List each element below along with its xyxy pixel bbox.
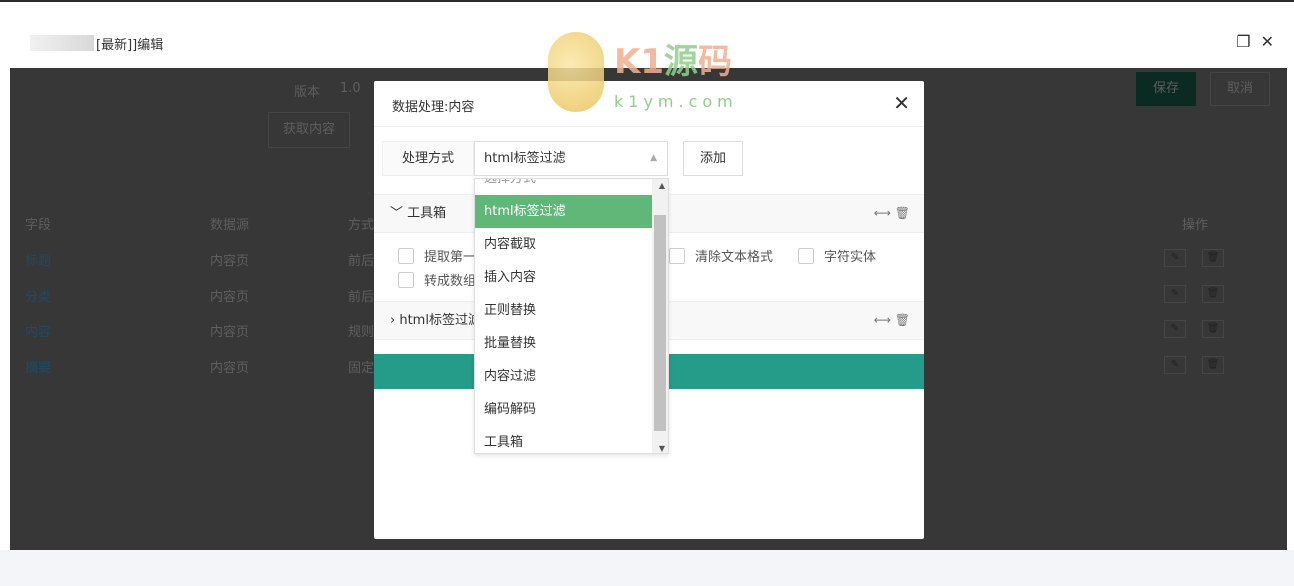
dropdown-option[interactable]: 正则替换	[475, 294, 654, 327]
window-title: [最新]]编辑	[96, 38, 164, 53]
checkbox-extract-first[interactable]: 提取第一	[398, 246, 476, 265]
checkbox-char-entity[interactable]: 字符实体	[798, 246, 876, 265]
section-title: 工具箱	[407, 206, 447, 221]
edit-icon[interactable]: ✎	[1164, 356, 1186, 374]
edit-icon[interactable]: ✎	[1164, 249, 1186, 267]
checkbox-label: 转成数组	[424, 274, 477, 289]
trash-icon[interactable]: 🗑	[1202, 249, 1224, 267]
checkbox-to-array[interactable]: 转成数组	[398, 270, 476, 289]
method-select[interactable]: html标签过滤 ▲	[474, 141, 668, 176]
checkbox-label: 提取第一	[424, 250, 477, 265]
field-link[interactable]: 分类	[25, 286, 51, 305]
section-title: html标签过滤	[399, 313, 481, 328]
scrollbar[interactable]: ▲ ▼	[652, 179, 668, 453]
method-cell: 前后	[348, 254, 375, 269]
title-bar: [最新]]编辑 ❐ ✕	[0, 2, 1294, 66]
method-select-value: html标签过滤	[484, 151, 566, 166]
trash-icon[interactable]: 🗑	[1202, 356, 1224, 374]
trash-icon[interactable]: 🗑	[895, 313, 910, 327]
dropdown-option-selected[interactable]: html标签过滤	[475, 195, 654, 228]
add-button[interactable]: 添加	[683, 141, 743, 176]
version-value: 1.0	[340, 81, 361, 96]
blurred-title	[30, 35, 94, 51]
field-link[interactable]: 摘要	[25, 357, 51, 376]
fetch-content-button[interactable]: 获取内容	[268, 112, 350, 148]
cancel-button[interactable]: 取消	[1210, 72, 1270, 106]
col-actions: 操作	[1182, 218, 1209, 233]
trash-icon[interactable]: 🗑	[895, 206, 910, 220]
save-button[interactable]: 保存	[1136, 72, 1196, 106]
chevron-right-icon: ›	[390, 313, 396, 328]
move-icon[interactable]: ⟷	[874, 206, 891, 220]
checkbox-clear-format[interactable]: 清除文本格式	[669, 246, 773, 265]
dialog-title: 数据处理:内容	[392, 100, 475, 115]
method-cell: 固定	[348, 361, 375, 376]
source-cell: 内容页	[210, 290, 250, 305]
close-window-icon[interactable]: ✕	[1261, 32, 1274, 51]
edit-icon[interactable]: ✎	[1164, 285, 1186, 303]
checkbox-label: 清除文本格式	[695, 250, 774, 265]
source-cell: 内容页	[210, 325, 250, 340]
editor-window: [最新]]编辑 ❐ ✕ 版本 1.0 获取内容 保存 取消 字段 数据源 方式 操…	[0, 0, 1294, 586]
dropdown-option[interactable]: 插入内容	[475, 261, 654, 294]
scrollbar-thumb[interactable]	[654, 215, 666, 431]
footer-area	[0, 550, 1294, 586]
col-source: 数据源	[210, 218, 250, 233]
trash-icon[interactable]: 🗑	[1202, 285, 1224, 303]
field-link[interactable]: 标题	[25, 250, 51, 269]
trash-icon[interactable]: 🗑	[1202, 320, 1224, 338]
dropdown-option[interactable]: 批量替换	[475, 327, 654, 360]
source-cell: 内容页	[210, 361, 250, 376]
version-label: 版本	[294, 85, 321, 100]
move-icon[interactable]: ⟷	[874, 313, 891, 327]
dropdown-option[interactable]: 工具箱	[475, 426, 654, 453]
method-label: 处理方式	[382, 141, 474, 176]
dropdown-option[interactable]: 编码解码	[475, 393, 654, 426]
source-cell: 内容页	[210, 254, 250, 269]
col-field: 字段	[25, 218, 52, 233]
checkbox-label: 字符实体	[824, 250, 877, 265]
method-cell: 规则	[348, 325, 375, 340]
chevron-down-icon: ﹀	[390, 206, 404, 221]
method-dropdown: 选择方式 html标签过滤 内容截取 插入内容 正则替换 批量替换 内容过滤 编…	[474, 178, 669, 454]
dropdown-option[interactable]: 内容截取	[475, 228, 654, 261]
method-cell: 前后	[348, 290, 375, 305]
edit-icon[interactable]: ✎	[1164, 320, 1186, 338]
scroll-down-icon[interactable]: ▼	[659, 444, 665, 453]
field-link[interactable]: 内容	[25, 321, 51, 340]
restore-icon[interactable]: ❐	[1236, 32, 1250, 51]
dropdown-option[interactable]: 选择方式	[475, 179, 654, 195]
dropdown-option[interactable]: 内容过滤	[475, 360, 654, 393]
caret-up-icon: ▲	[650, 153, 657, 163]
close-icon[interactable]: ✕	[893, 91, 910, 115]
scroll-up-icon[interactable]: ▲	[659, 181, 665, 190]
col-method: 方式	[348, 218, 375, 233]
